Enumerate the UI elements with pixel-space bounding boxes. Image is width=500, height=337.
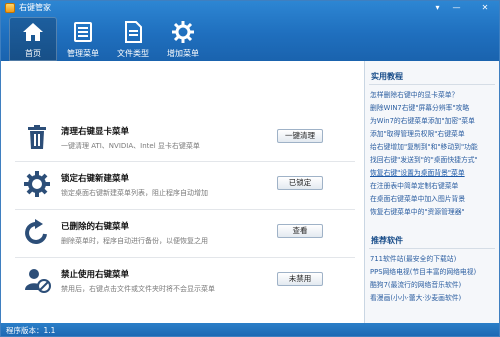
tutorial-link[interactable]: 怎样删除右键中的显卡菜单？: [370, 89, 496, 99]
side-panel: 实用教程 怎样删除右键中的显卡菜单？ 删除WIN7右键"屏幕分辨率"攻略 为Wi…: [365, 61, 499, 323]
tutorial-link[interactable]: 给右键增加"复制到"和"移动到"功能: [370, 141, 496, 151]
side-divider: [369, 248, 495, 249]
nav-file-types-label: 文件类型: [117, 49, 149, 58]
software-link[interactable]: 酷狗7(最流行的网络音乐软件): [370, 279, 496, 289]
tutorial-link[interactable]: 恢复右键菜单中的"资源管理器": [370, 206, 496, 216]
tutorial-link[interactable]: 为Win7的右键菜单添加"加密"菜单: [370, 115, 496, 125]
home-icon: [23, 23, 43, 41]
lock-new-menu-row: 锁定右键新建菜单 锁定桌面右键新建菜单列表，阻止程序自动增加 已锁定: [23, 166, 343, 210]
tutorial-link[interactable]: 删除WIN7右键"屏幕分辨率"攻略: [370, 102, 496, 112]
tutorial-link[interactable]: 添加"取得管理员权限"右键菜单: [370, 128, 496, 138]
row-description: 删除菜单时，程序自动进行备份，以便恢复之用: [61, 237, 208, 245]
user-block-icon: [25, 269, 51, 293]
side-divider: [369, 84, 495, 85]
deleted-menu-row: 已删除的右键菜单 删除菜单时，程序自动进行备份，以便恢复之用 查看: [23, 214, 343, 258]
version-label: 程序版本：1.1: [6, 326, 56, 335]
main-panel: 清理右键显卡菜单 一键清理 ATI、NVIDIA、Intel 显卡右键菜单 一键…: [1, 61, 365, 323]
view-button[interactable]: 查看: [277, 224, 323, 238]
disable-context-menu-row: 禁止使用右键菜单 禁用后，右键点击文件或文件夹时将不会显示菜单 未禁用: [23, 262, 343, 306]
gear-lock-icon: [24, 171, 50, 197]
header: 右键管家 ▾ — ✕ 首页 管理菜单 文件类型 增加菜单: [1, 1, 499, 61]
nav-add-menu-label: 增加菜单: [167, 49, 199, 58]
not-disabled-button[interactable]: 未禁用: [277, 272, 323, 286]
restore-icon: [25, 219, 47, 244]
row-title: 锁定右键新建菜单: [61, 174, 130, 184]
divider: [15, 161, 355, 162]
row-description: 一键清理 ATI、NVIDIA、Intel 显卡右键菜单: [61, 142, 200, 150]
window-menu-button[interactable]: ▾: [431, 3, 444, 13]
status-bar: 程序版本：1.1: [1, 323, 499, 336]
row-title: 禁止使用右键菜单: [61, 270, 130, 280]
software-link[interactable]: 711软件站(最安全的下载站): [370, 253, 496, 263]
tutorial-link[interactable]: 在桌面右键菜单中加入图片背景: [370, 193, 496, 203]
tutorial-link[interactable]: 在注册表中简单定制右键菜单: [370, 180, 496, 190]
software-link[interactable]: PPS网络电视(节目丰富的网络电视): [370, 266, 496, 276]
clean-gpu-menu-row: 清理右键显卡菜单 一键清理 ATI、NVIDIA、Intel 显卡右键菜单 一键…: [23, 119, 343, 163]
file-type-icon: [125, 21, 142, 43]
divider: [15, 257, 355, 258]
nav-manage-menu[interactable]: 管理菜单: [59, 17, 107, 61]
nav-home-label: 首页: [25, 49, 41, 58]
app-logo-icon: [5, 3, 15, 13]
app-window: 右键管家 ▾ — ✕ 首页 管理菜单 文件类型 增加菜单 清理右键显卡菜单 一键…: [0, 0, 500, 337]
software-link[interactable]: 看漫画(小小·蕾大·沙麦画软件): [370, 292, 496, 302]
nav-manage-menu-label: 管理菜单: [67, 49, 99, 58]
locked-button[interactable]: 已锁定: [277, 176, 323, 190]
minimize-button[interactable]: —: [450, 3, 463, 13]
tutorials-title: 实用教程: [371, 72, 403, 81]
row-title: 已删除的右键菜单: [61, 222, 130, 232]
gear-icon: [172, 21, 194, 43]
title-bar: 右键管家 ▾ — ✕: [1, 1, 499, 15]
row-description: 锁定桌面右键新建菜单列表，阻止程序自动增加: [61, 189, 208, 197]
nav-file-types[interactable]: 文件类型: [109, 17, 157, 61]
divider: [15, 209, 355, 210]
tutorial-link[interactable]: 恢复右键"设置为桌面背景"菜单: [370, 167, 496, 177]
row-title: 清理右键显卡菜单: [61, 127, 130, 137]
one-click-clean-button[interactable]: 一键清理: [277, 129, 323, 143]
app-title: 右键管家: [19, 3, 51, 12]
close-button[interactable]: ✕: [475, 3, 495, 13]
nav-add-menu[interactable]: 增加菜单: [159, 17, 207, 61]
tutorial-link[interactable]: 找回右键"发送到"的"桌面快捷方式": [370, 154, 496, 164]
trash-icon: [28, 125, 46, 149]
row-description: 禁用后，右键点击文件或文件夹时将不会显示菜单: [61, 285, 215, 293]
software-title: 推荐软件: [371, 236, 403, 245]
list-icon: [74, 22, 92, 42]
nav-home[interactable]: 首页: [9, 17, 57, 61]
